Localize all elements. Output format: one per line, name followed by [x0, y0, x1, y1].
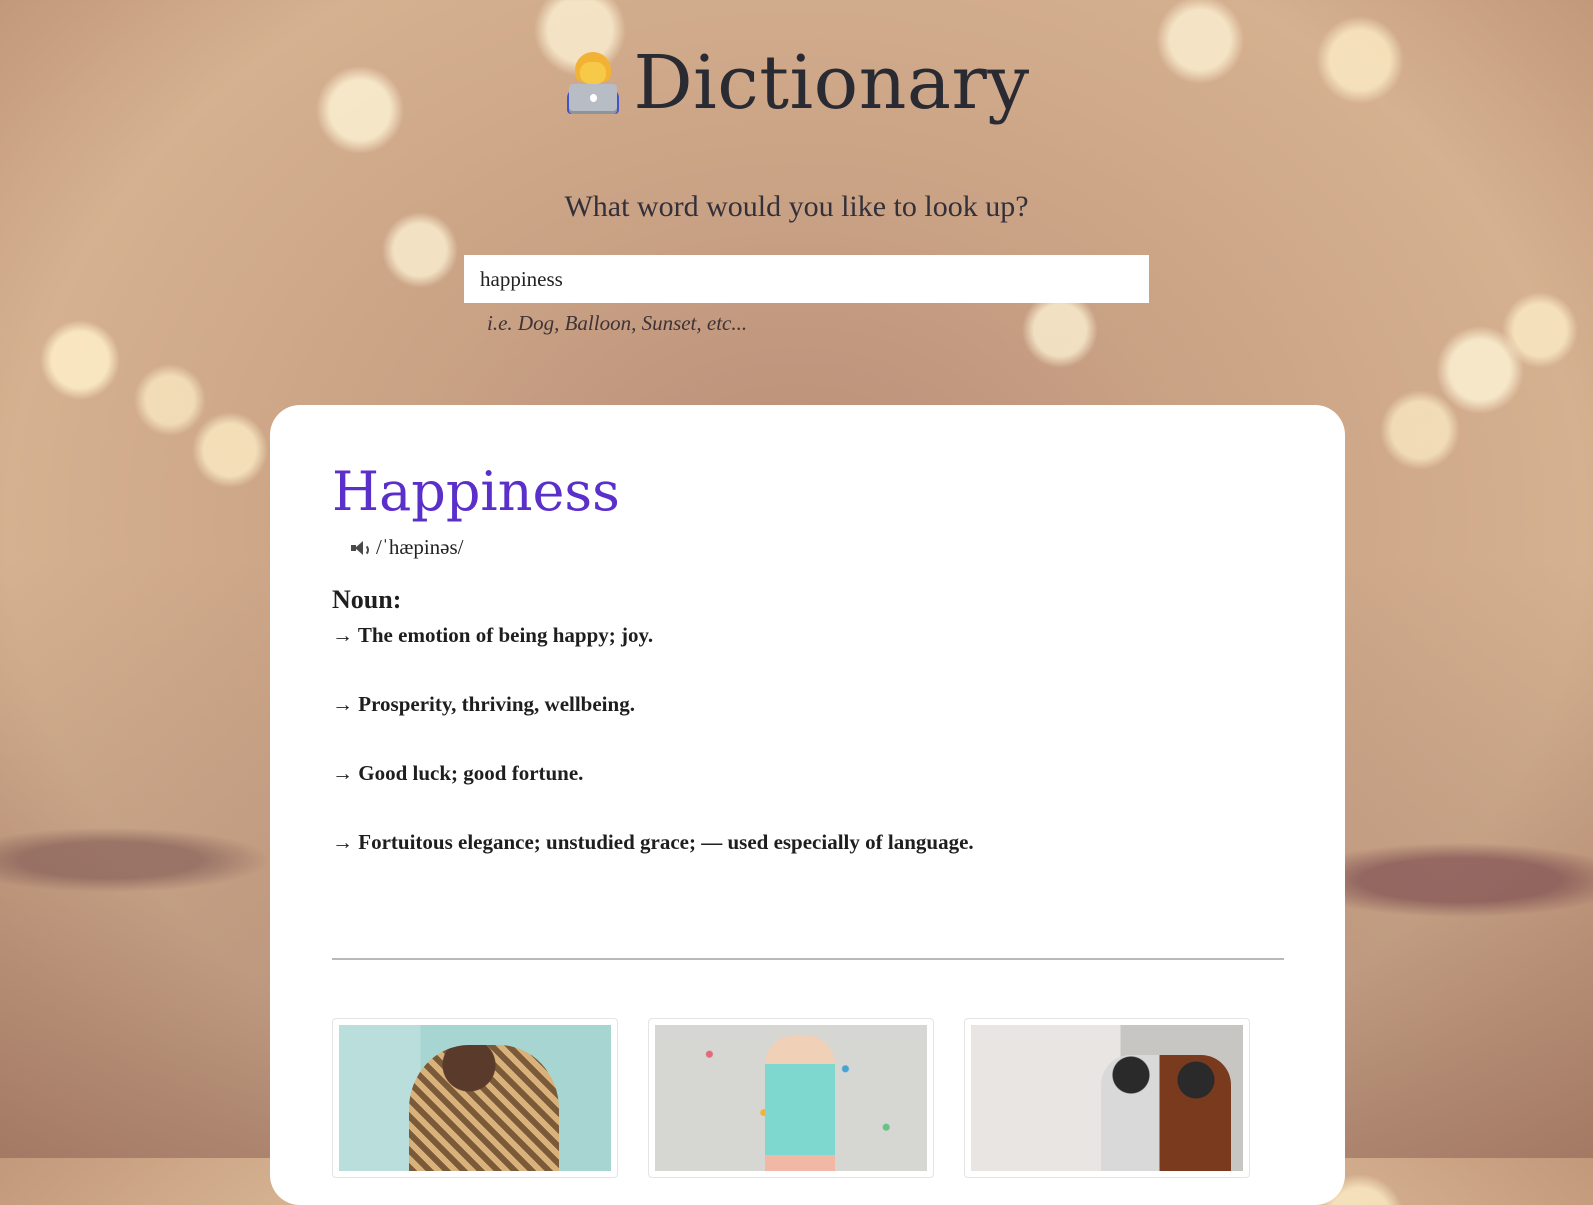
photo-image: [971, 1025, 1243, 1171]
speaker-icon[interactable]: [350, 539, 369, 557]
app-title: Dictionary: [633, 40, 1030, 126]
definition-item: → Prosperity, thriving, wellbeing.: [332, 692, 635, 716]
result-word: Happiness: [332, 460, 620, 523]
photo-image: [339, 1025, 611, 1171]
photo-thumbnail[interactable]: [332, 1018, 618, 1178]
search-prompt: What word would you like to look up?: [564, 190, 1029, 223]
result-card: Happiness /ˈhæpinəs/ Noun: → The emotion…: [270, 405, 1345, 1205]
search-input[interactable]: [464, 255, 1149, 303]
woman-technologist-icon: [563, 50, 623, 116]
section-divider: [332, 958, 1284, 960]
photo-thumbnail[interactable]: [648, 1018, 934, 1178]
title-row: Dictionary: [563, 40, 1029, 126]
definition-item: → Fortuitous elegance; unstudied grace; …: [332, 830, 974, 854]
photo-image: [655, 1025, 927, 1171]
phonetic-text: /ˈhæpinəs/: [376, 535, 464, 559]
definition-list: → The emotion of being happy; joy. → Pro…: [332, 623, 974, 899]
phonetic-row: /ˈhæpinəs/: [350, 535, 464, 560]
search-hint: i.e. Dog, Balloon, Sunset, etc...: [487, 311, 748, 335]
photo-gallery: [332, 1018, 1250, 1178]
definition-item: → The emotion of being happy; joy.: [332, 623, 654, 647]
photo-thumbnail[interactable]: [964, 1018, 1250, 1178]
definition-item: → Good luck; good fortune.: [332, 761, 584, 785]
app-header: Dictionary: [0, 40, 1593, 126]
part-of-speech: Noun:: [332, 585, 402, 614]
